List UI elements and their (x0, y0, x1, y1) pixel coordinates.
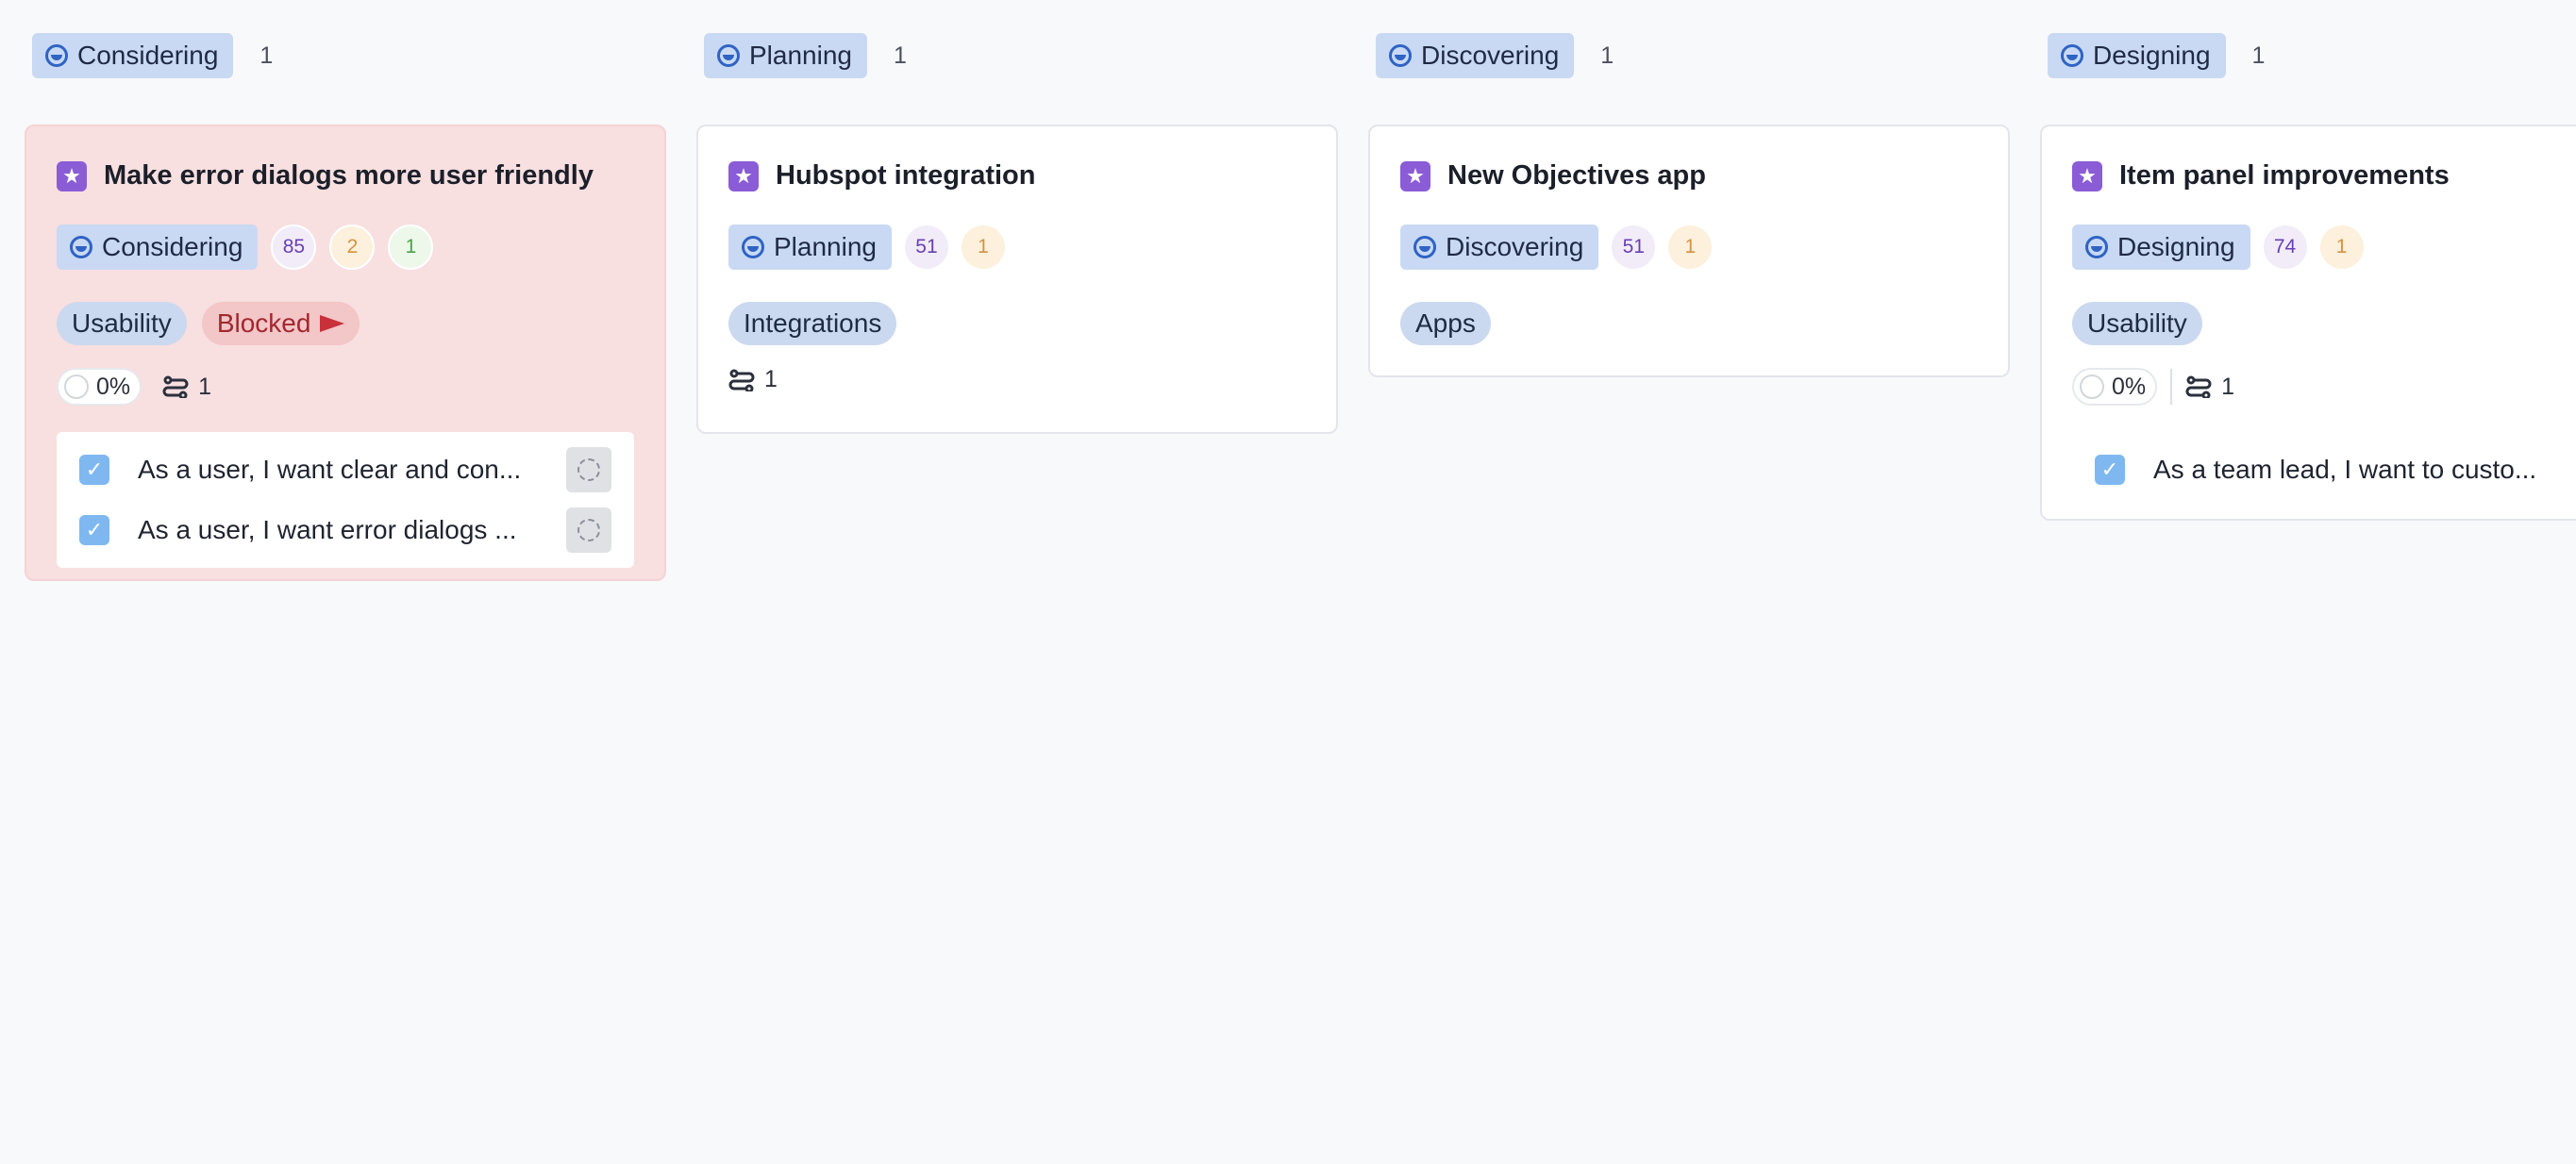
flag-icon (320, 313, 345, 334)
insight-count-badge[interactable]: 1 (1668, 225, 1713, 269)
score-badge[interactable]: 74 (2263, 225, 2307, 269)
card-title[interactable]: Item panel improvements (2119, 160, 2450, 191)
card-status-label: Discovering (1446, 232, 1584, 261)
column-status-label: Considering (77, 41, 219, 70)
card-status-label: Designing (2117, 232, 2235, 261)
tag-usability[interactable]: Usability (2072, 302, 2202, 345)
feature-card[interactable]: ★ Item panel improvements Designing 74 1… (2040, 125, 2576, 521)
progress-indicator[interactable]: 0% (57, 368, 142, 406)
link-icon (2185, 375, 2212, 398)
story-title: As a user, I want error dialogs ... (138, 515, 517, 544)
card-status-label: Planning (774, 232, 877, 261)
loader-icon[interactable] (566, 447, 611, 492)
feature-card[interactable]: ★ New Objectives app Discovering 51 1 Ap… (1368, 125, 2010, 377)
feature-card[interactable]: ★ Make error dialogs more user friendly … (25, 125, 666, 581)
tag-blocked-label: Blocked (216, 308, 311, 338)
linked-items-count: 1 (764, 366, 778, 392)
story-title: As a team lead, I want to custo... (2153, 455, 2537, 484)
star-icon: ★ (57, 160, 87, 191)
checkbox-icon[interactable]: ✓ (79, 515, 109, 545)
column-status-pill[interactable]: Designing (2048, 33, 2226, 78)
status-circle-icon (45, 44, 68, 67)
column-item-count: 1 (259, 42, 274, 69)
star-icon: ★ (728, 160, 759, 191)
progress-value: 0% (96, 373, 131, 400)
status-circle-icon (742, 236, 764, 258)
column-status-pill[interactable]: Considering (32, 33, 234, 78)
column-status-pill[interactable]: Discovering (1376, 33, 1575, 78)
list-item[interactable]: ✓ As a user, I want error dialogs ... (57, 500, 634, 560)
card-status-label: Considering (102, 232, 243, 261)
card-title[interactable]: Hubspot integration (776, 160, 1035, 191)
card-status-pill[interactable]: Considering (57, 224, 259, 270)
column-status-pill[interactable]: Planning (704, 33, 867, 78)
task-count-badge[interactable]: 1 (388, 224, 434, 270)
link-icon (728, 369, 755, 391)
story-title: As a user, I want clear and con... (138, 455, 522, 484)
card-status-pill[interactable]: Designing (2072, 224, 2250, 270)
story-list: ✓ As a team lead, I want to custo... (2072, 432, 2576, 507)
linked-items[interactable]: 1 (728, 366, 778, 393)
status-circle-icon (2061, 44, 2083, 67)
linked-items-count: 1 (198, 373, 212, 400)
linked-items[interactable]: 1 (162, 374, 211, 401)
status-circle-icon (2085, 236, 2108, 258)
score-badge[interactable]: 85 (271, 224, 317, 270)
checkbox-icon[interactable]: ✓ (2095, 455, 2125, 485)
divider (2170, 369, 2173, 405)
insight-count-badge[interactable]: 1 (961, 225, 1005, 269)
insight-count-badge[interactable]: 2 (329, 224, 376, 270)
feature-card[interactable]: ★ Hubspot integration Planning 51 1 Inte… (696, 125, 1338, 434)
progress-value: 0% (2112, 373, 2147, 400)
story-list: ✓ As a user, I want clear and con... ✓ A… (57, 432, 634, 568)
card-title[interactable]: Make error dialogs more user friendly (104, 160, 594, 191)
card-title[interactable]: New Objectives app (1447, 160, 1706, 191)
score-badge[interactable]: 51 (1612, 225, 1656, 269)
checkbox-icon[interactable]: ✓ (79, 455, 109, 485)
status-circle-icon (1413, 236, 1436, 258)
insight-count-badge[interactable]: 1 (2319, 225, 2364, 269)
column-header: Planning 1 (704, 33, 907, 78)
card-status-pill[interactable]: Planning (728, 224, 892, 270)
linked-items-count: 1 (2221, 373, 2235, 400)
tag-blocked[interactable]: Blocked (201, 302, 360, 345)
column-status-label: Discovering (1421, 41, 1560, 70)
progress-indicator[interactable]: 0% (2072, 368, 2158, 406)
column-status-label: Planning (749, 41, 852, 70)
link-icon (162, 375, 189, 398)
card-status-pill[interactable]: Discovering (1400, 224, 1599, 270)
column-header: Considering 1 (32, 33, 273, 78)
column-item-count: 1 (2251, 42, 2266, 69)
tag-apps[interactable]: Apps (1400, 302, 1491, 345)
column-status-label: Designing (2093, 41, 2211, 70)
tag-integrations[interactable]: Integrations (728, 302, 897, 345)
progress-ring-icon (2080, 374, 2104, 399)
star-icon: ★ (2072, 160, 2102, 191)
column-item-count: 1 (893, 42, 907, 69)
column-header: Discovering 1 (1376, 33, 1614, 78)
status-circle-icon (70, 236, 92, 258)
score-badge[interactable]: 51 (904, 225, 948, 269)
column-designing: Designing 1 ★ Item panel improvements De… (2016, 0, 2576, 1164)
progress-ring-icon (64, 374, 89, 399)
tag-usability[interactable]: Usability (57, 302, 187, 345)
list-item[interactable]: ✓ As a user, I want clear and con... (57, 440, 634, 500)
status-circle-icon (717, 44, 740, 67)
column-header: Designing 1 (2048, 33, 2265, 78)
linked-items[interactable]: 1 (2185, 374, 2234, 401)
star-icon: ★ (1400, 160, 1430, 191)
column-item-count: 1 (1600, 42, 1614, 69)
list-item[interactable]: ✓ As a team lead, I want to custo... (2072, 440, 2576, 500)
loader-icon[interactable] (566, 507, 611, 553)
status-circle-icon (1389, 44, 1412, 67)
